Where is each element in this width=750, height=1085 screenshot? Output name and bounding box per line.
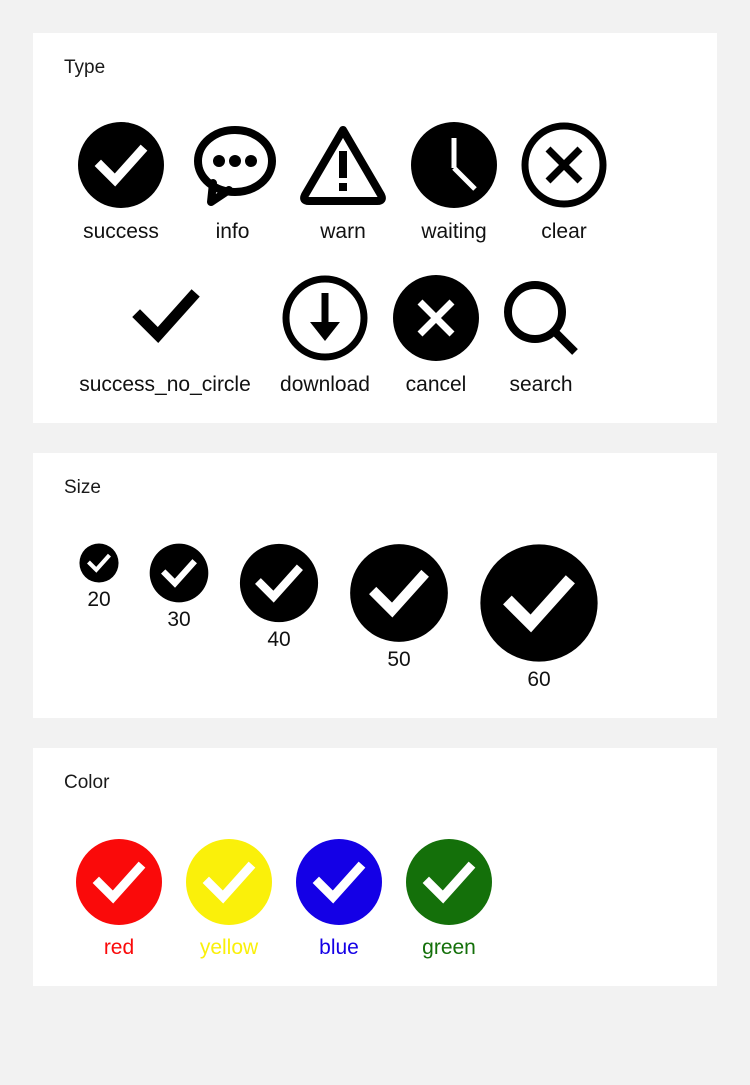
color-item-label: green bbox=[422, 936, 476, 959]
type-item-search[interactable]: search bbox=[488, 274, 594, 397]
color-section-title: Color bbox=[64, 772, 110, 793]
success-icon[interactable] bbox=[75, 838, 163, 926]
success-icon[interactable] bbox=[295, 838, 383, 926]
type-item-info[interactable]: info bbox=[178, 121, 287, 244]
success-icon[interactable] bbox=[239, 543, 319, 623]
type-item-warn[interactable]: warn bbox=[287, 121, 399, 244]
download-arrow-icon[interactable] bbox=[281, 274, 369, 362]
size-item-label: 30 bbox=[167, 608, 191, 631]
success-icon[interactable] bbox=[185, 838, 273, 926]
icon-gallery-page: Type success info warn waiting clear suc… bbox=[0, 0, 750, 1085]
type-row-2: success_no_circle download cancel search bbox=[64, 274, 686, 397]
type-item-label: success bbox=[83, 220, 159, 243]
success-icon[interactable] bbox=[479, 543, 599, 663]
type-item-label: clear bbox=[541, 220, 587, 243]
size-item-label: 50 bbox=[387, 648, 411, 671]
type-item-clear[interactable]: clear bbox=[509, 121, 619, 244]
type-item-label: download bbox=[280, 373, 370, 396]
check-icon[interactable] bbox=[121, 274, 209, 362]
type-item-success[interactable]: success bbox=[64, 121, 178, 244]
color-item-red[interactable]: red bbox=[64, 838, 174, 960]
clear-circle-x-icon[interactable] bbox=[520, 121, 608, 209]
size-item-30[interactable]: 30 bbox=[134, 543, 224, 632]
size-item-20[interactable]: 20 bbox=[64, 543, 134, 612]
color-section-card: Color red yellow blue green bbox=[33, 748, 717, 986]
color-item-green[interactable]: green bbox=[394, 838, 504, 960]
search-icon[interactable] bbox=[497, 274, 585, 362]
info-speech-bubble-icon[interactable] bbox=[189, 121, 277, 209]
success-icon[interactable] bbox=[77, 121, 165, 209]
warn-triangle-icon[interactable] bbox=[299, 121, 387, 209]
success-icon[interactable] bbox=[405, 838, 493, 926]
type-item-label: waiting bbox=[421, 220, 487, 243]
type-item-label: cancel bbox=[405, 373, 467, 396]
color-item-yellow[interactable]: yellow bbox=[174, 838, 284, 960]
type-section-card: Type success info warn waiting clear suc… bbox=[33, 33, 717, 423]
type-item-label: info bbox=[215, 220, 250, 243]
color-item-label: red bbox=[103, 936, 135, 959]
size-item-label: 40 bbox=[267, 628, 291, 651]
type-item-label: search bbox=[509, 373, 573, 396]
type-item-success-no-circle[interactable]: success_no_circle bbox=[64, 274, 266, 397]
size-item-40[interactable]: 40 bbox=[224, 543, 334, 652]
type-item-label: success_no_circle bbox=[79, 373, 251, 396]
size-item-label: 60 bbox=[527, 668, 551, 691]
type-item-label: warn bbox=[320, 220, 366, 243]
cancel-icon[interactable] bbox=[392, 274, 480, 362]
type-item-cancel[interactable]: cancel bbox=[384, 274, 488, 397]
type-section-title: Type bbox=[64, 57, 106, 78]
size-item-60[interactable]: 60 bbox=[464, 543, 614, 692]
size-item-label: 20 bbox=[87, 588, 111, 611]
success-icon[interactable] bbox=[349, 543, 449, 643]
success-icon[interactable] bbox=[149, 543, 209, 603]
size-section-card: Size 20 30 40 50 60 bbox=[33, 453, 717, 718]
color-item-label: yellow bbox=[199, 936, 259, 959]
color-item-blue[interactable]: blue bbox=[284, 838, 394, 960]
color-item-label: blue bbox=[319, 936, 359, 959]
type-item-waiting[interactable]: waiting bbox=[399, 121, 509, 244]
size-item-50[interactable]: 50 bbox=[334, 543, 464, 672]
success-icon[interactable] bbox=[79, 543, 119, 583]
waiting-clock-icon[interactable] bbox=[410, 121, 498, 209]
type-item-download[interactable]: download bbox=[266, 274, 384, 397]
color-row: red yellow blue green bbox=[64, 838, 686, 960]
size-section-title: Size bbox=[64, 477, 101, 498]
type-row-1: success info warn waiting clear bbox=[64, 121, 686, 244]
size-row: 20 30 40 50 60 bbox=[64, 543, 686, 692]
